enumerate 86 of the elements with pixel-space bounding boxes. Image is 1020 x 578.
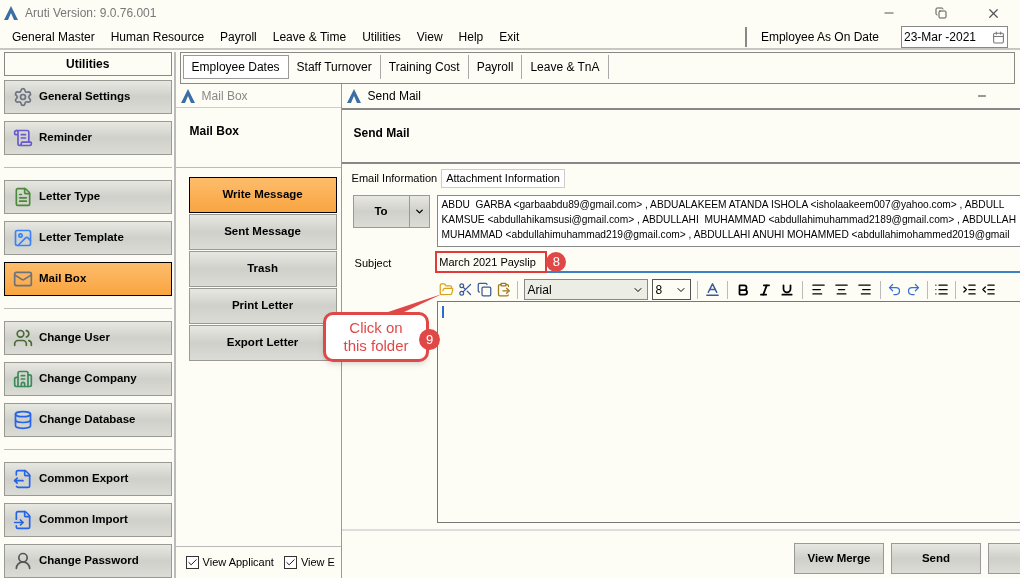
date-label: Employee As On Date	[760, 29, 879, 46]
checkbox[interactable]	[185, 556, 199, 569]
dialog-title: Send Mail	[367, 88, 421, 105]
calendar-icon	[992, 30, 1005, 44]
recipients-field[interactable]	[436, 195, 1020, 247]
recipient-line: KAMSUE <abdullahikamsusi@gmail.com> , ABDULLAHI MUHAMMAD <abdullahimuhammad2189@gmail.com> , ABDULLAH	[441, 213, 1016, 227]
sidebar-button[interactable]: Common Import	[4, 503, 172, 537]
subject-label: Subject	[354, 255, 392, 271]
sidebar-button[interactable]: Change User	[4, 321, 172, 355]
mailbox-button[interactable]: Sent Message	[188, 214, 337, 250]
menu-item[interactable]: View	[416, 28, 443, 46]
to-button[interactable]: To	[352, 195, 430, 228]
document-icon	[13, 187, 33, 207]
database-icon	[13, 410, 33, 430]
logo-icon	[3, 5, 19, 21]
mailbox-icon	[13, 269, 33, 289]
dialog-heading: Send Mail	[353, 126, 410, 140]
mailbox-button[interactable]: Trash	[188, 251, 337, 287]
sidebar-button[interactable]: Letter Type	[4, 180, 172, 214]
panel-heading: Mail Box	[189, 124, 239, 138]
gear-icon	[13, 87, 33, 107]
panel-title: Mail Box	[201, 87, 248, 105]
font-select[interactable]: Arial	[523, 279, 648, 300]
restore-icon[interactable]	[935, 7, 947, 19]
menu-item[interactable]: Payroll	[220, 28, 257, 46]
subject-field[interactable]: March 2021 Payslip	[435, 251, 548, 273]
logo-icon	[179, 87, 196, 104]
date-field[interactable]: 23-Mar -2021	[901, 26, 1008, 48]
building-icon	[13, 369, 33, 389]
dropdown-icon	[413, 206, 425, 217]
menu-item[interactable]: Exit	[499, 28, 520, 46]
mailbox-button[interactable]: Print Letter	[188, 288, 337, 324]
align-center-icon[interactable]	[833, 282, 849, 297]
redo-icon[interactable]	[905, 282, 921, 297]
logo-icon	[345, 88, 362, 104]
mailbox-button[interactable]: Write Message	[188, 177, 337, 213]
sidebar-button[interactable]: Change Company	[4, 362, 172, 396]
tab[interactable]: Attachment Information	[441, 169, 565, 188]
sidebar-button[interactable]: Common Export	[4, 462, 172, 496]
align-left-icon[interactable]	[810, 282, 826, 297]
menu-item[interactable]: Leave & Time	[272, 28, 347, 46]
font-color-icon[interactable]	[703, 281, 721, 298]
sidebar-header: Utilities	[4, 52, 172, 76]
align-right-icon[interactable]	[856, 282, 872, 297]
users-icon	[13, 328, 33, 348]
text-cursor	[441, 306, 444, 318]
sidebar-button[interactable]: Change Password	[4, 544, 172, 578]
menu-item[interactable]: Human Resource	[110, 28, 205, 46]
dialog-button[interactable]: View Merge	[794, 543, 884, 574]
italic-icon[interactable]	[757, 282, 772, 297]
outdent-icon[interactable]	[980, 282, 996, 297]
underline-icon[interactable]	[779, 282, 794, 297]
recipient-line: ABDU GARBA <garbaabdu89@gmail.com> , ABDUALAKEEM ATANDA ISHOLA <isholaakeem007@yahoo.com> , ABDULL	[441, 198, 1006, 212]
tab[interactable]: Employee Dates	[182, 55, 289, 79]
paste-icon[interactable]	[495, 282, 511, 297]
tab[interactable]: Payroll	[468, 55, 523, 79]
tab[interactable]: Staff Turnover	[288, 55, 381, 79]
menu-item[interactable]: General Master	[12, 28, 95, 46]
tab[interactable]: Training Cost	[380, 55, 469, 79]
sidebar-button[interactable]: Letter Template	[4, 221, 172, 255]
tab[interactable]: Email Information	[347, 169, 442, 188]
tab[interactable]: Leave & TnA	[522, 55, 609, 79]
checkbox-label: View E	[300, 555, 335, 571]
person-icon	[13, 551, 33, 571]
picture-icon	[13, 228, 33, 248]
checkbox-label: View Applicant	[202, 555, 274, 571]
sidebar-button[interactable]: General Settings	[4, 80, 172, 114]
sidebar-button[interactable]: Mail Box	[4, 262, 172, 296]
import-icon	[13, 510, 33, 530]
undo-icon[interactable]	[886, 282, 902, 297]
scissors-icon[interactable]	[457, 282, 473, 297]
recipient-line: MUHAMMAD <abdullahimuhammad219@gmail.com> , ABDULLAHI ANUHI MOHAMMED <abdullahimohammed2019@gmail	[441, 228, 1011, 242]
sidebar-button[interactable]: Reminder	[4, 121, 172, 155]
step-badge: 8	[546, 252, 567, 272]
checkbox[interactable]	[283, 556, 297, 569]
copy-icon[interactable]	[476, 282, 492, 297]
window-title: Aruti Version: 9.0.76.001	[25, 5, 157, 22]
dialog-button[interactable]: Send	[891, 543, 981, 574]
export-icon	[13, 469, 33, 489]
indent-icon[interactable]	[961, 282, 977, 297]
size-select[interactable]: 8	[651, 279, 691, 300]
menu-item[interactable]: Utilities	[362, 28, 401, 46]
menu-item[interactable]: Help	[458, 28, 484, 46]
bullet-list-icon[interactable]	[933, 282, 949, 297]
sidebar-button[interactable]: Change Database	[4, 403, 172, 437]
scroll-icon	[13, 128, 33, 148]
